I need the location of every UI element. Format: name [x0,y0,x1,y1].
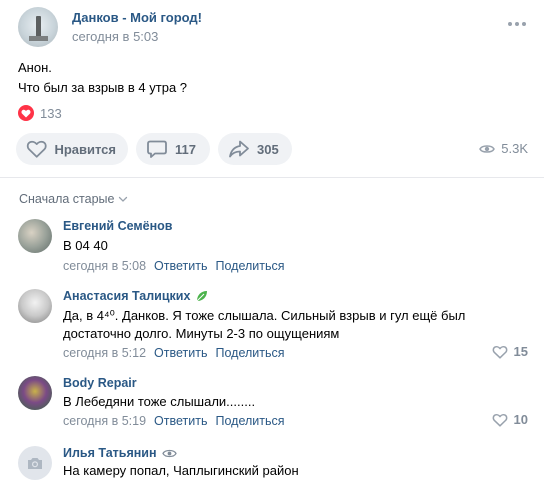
like-button-label: Нравится [54,141,116,157]
comment-share-button[interactable]: Поделиться [215,259,284,273]
comment-text: достаточно долго. Минуты 2-3 по ощущения… [63,326,340,341]
post-time[interactable]: сегодня в 5:03 [72,29,158,44]
leaf-icon [197,291,208,302]
comment-share-button[interactable]: Поделиться [215,346,284,360]
heart-outline-icon [492,345,507,359]
comment-author-name: Body Repair [63,376,137,390]
group-name-link[interactable]: Данков - Мой город! [72,10,202,25]
comment-meta: сегодня в 5:19 Ответить Поделиться [63,414,285,428]
post-text-line: Анон. [18,60,52,75]
comment-author[interactable]: Анастасия Талицких [63,289,209,303]
heart-icon [18,105,34,121]
commenter-avatar[interactable] [18,446,52,480]
comment-author[interactable]: Илья Татьянин [63,446,177,460]
comment-time[interactable]: сегодня в 5:19 [63,414,146,428]
comment-meta: сегодня в 5:08 Ответить Поделиться [63,259,285,273]
post-header: Данков - Мой город! сегодня в 5:03 [18,7,528,51]
reactions-summary[interactable]: 133 [18,104,62,122]
comment-like-button[interactable]: 10 [492,412,528,427]
comment-meta: сегодня в 5:12 Ответить Поделиться [63,346,285,360]
commenter-avatar[interactable] [18,219,52,253]
comment-like-count: 15 [513,344,528,359]
reply-button[interactable]: Ответить [154,414,207,428]
heart-outline-icon [492,413,507,427]
comment-text: На камеру попал, Чаплыгинский район [63,463,299,478]
share-icon [229,140,249,158]
commenter-avatar[interactable] [18,376,52,410]
comment-time[interactable]: сегодня в 5:08 [63,259,146,273]
avatar-base-shape [29,36,48,41]
comment-author-name: Евгений Семёнов [63,219,173,233]
sort-label: Сначала старые [19,192,115,206]
comment-text: В Лебедяни тоже слышали........ [63,394,256,409]
comment-text: Да, в 4⁴⁰. Данков. Я тоже слышала. Сильн… [63,308,466,323]
share-count: 305 [257,141,279,157]
more-icon[interactable] [508,17,528,31]
comment-like-button[interactable]: 15 [492,344,528,359]
reply-button[interactable]: Ответить [154,259,207,273]
comment-time[interactable]: сегодня в 5:12 [63,346,146,360]
group-avatar[interactable] [18,7,58,47]
like-button[interactable]: Нравится [16,133,128,165]
views-count: 5.3K [501,141,528,156]
post-text: Анон. Что был за взрыв в 4 утра ? [18,58,518,98]
eye-icon [479,144,496,153]
views-counter: 5.3K [479,141,528,156]
heart-outline-icon [26,140,47,158]
chevron-down-icon [119,196,128,202]
comment-author[interactable]: Евгений Семёнов [63,219,172,233]
reactions-count: 133 [40,105,62,121]
commenter-avatar[interactable] [18,289,52,323]
comments-sort-toggle[interactable]: Сначала старые [19,192,128,206]
comment-text: В 04 40 [63,238,108,253]
share-button[interactable]: 305 [218,133,292,165]
post-action-bar: Нравится 117 305 5.3K [16,133,528,165]
comment-author-name: Анастасия Талицких [63,289,191,303]
eye-icon [161,449,177,457]
post-text-line: Что был за взрыв в 4 утра ? [18,80,188,95]
camera-icon [28,457,42,469]
comment-share-button[interactable]: Поделиться [215,414,284,428]
divider [0,177,544,178]
comment-author-name: Илья Татьянин [63,446,157,460]
comment-like-count: 10 [513,412,528,427]
comment-author[interactable]: Body Repair [63,376,137,390]
comment-icon [147,140,167,158]
comment-count: 117 [175,141,196,157]
comment-button[interactable]: 117 [136,133,210,165]
reply-button[interactable]: Ответить [154,346,207,360]
